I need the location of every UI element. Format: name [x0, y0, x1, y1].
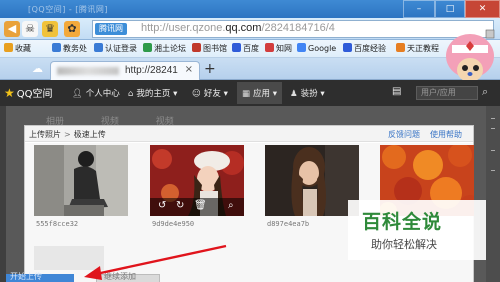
watermark-title: 百科全说: [362, 211, 443, 233]
red-arrow-annotation: [84, 244, 227, 280]
watermark-subtitle: 助你轻松解决: [371, 238, 437, 251]
